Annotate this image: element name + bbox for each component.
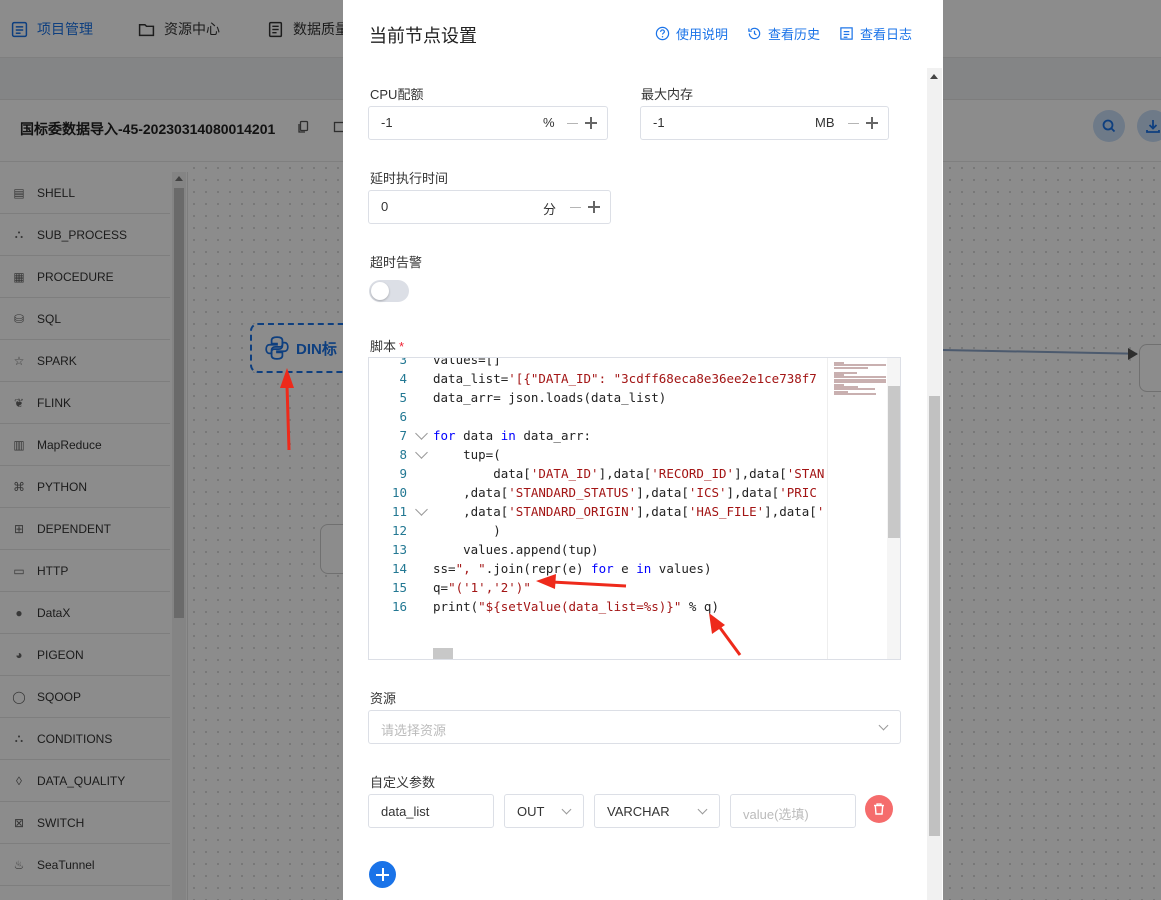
- fold-chevron-icon[interactable]: [415, 503, 428, 516]
- minimap-line: [834, 393, 876, 396]
- code-line: ): [433, 523, 501, 538]
- code-line: values=[]: [433, 358, 501, 367]
- code-line: q="('1','2')": [433, 580, 531, 595]
- line-number: 16: [391, 599, 407, 614]
- delay-unit: 分: [543, 202, 557, 217]
- drawer-title: 当前节点设置: [369, 26, 477, 46]
- param-value-placeholder: value(选填): [743, 807, 809, 822]
- minus-icon[interactable]: [848, 123, 859, 124]
- chevron-down-icon: [561, 804, 572, 815]
- editor-minimap[interactable]: [827, 358, 887, 659]
- max-memory-input[interactable]: -1 MB: [640, 106, 889, 140]
- timeout-label: 超时告警: [370, 255, 423, 270]
- cpu-value: -1: [381, 115, 393, 130]
- minus-icon[interactable]: [567, 123, 578, 124]
- line-number: 10: [391, 485, 407, 500]
- node-settings-drawer: 当前节点设置 使用说明 查看历史 查看日志 CPU配额 -1 % 最大内存 -1…: [343, 0, 943, 900]
- memory-label: 最大内存: [641, 87, 694, 102]
- code-line: data['DATA_ID'],data['RECORD_ID'],data['…: [433, 466, 825, 481]
- line-number: 6: [399, 409, 407, 424]
- chevron-down-icon: [697, 804, 708, 815]
- line-number: 12: [391, 523, 407, 538]
- param-direct-value: OUT: [517, 804, 545, 819]
- code-line: values.append(tup): [433, 542, 599, 557]
- fold-chevron-icon[interactable]: [415, 427, 428, 440]
- editor-gutter: 3 4 5 6 7 8 9 10 11 12 13 14 15 16: [369, 358, 431, 659]
- delay-value: 0: [381, 199, 389, 214]
- line-number: 8: [399, 447, 407, 462]
- code-line: data_list='[{"DATA_ID": "3cdff68eca8e36e…: [433, 371, 817, 386]
- add-param-button[interactable]: [369, 861, 396, 888]
- cpu-label: CPU配额: [370, 87, 424, 102]
- custom-params-label: 自定义参数: [370, 775, 436, 790]
- param-prop-value: data_list: [381, 804, 430, 819]
- timeout-alarm-switch[interactable]: [369, 280, 409, 302]
- plus-icon[interactable]: [585, 117, 597, 129]
- line-number: 7: [399, 428, 407, 443]
- line-number: 11: [391, 504, 407, 519]
- param-type-select[interactable]: VARCHAR: [594, 794, 720, 828]
- log-icon: [840, 27, 853, 40]
- editor-code-area[interactable]: values=[] data_list='[{"DATA_ID": "3cdff6…: [433, 358, 826, 659]
- trash-icon: [874, 803, 884, 815]
- chevron-down-icon: [878, 720, 889, 731]
- line-number: 15: [391, 580, 407, 595]
- resource-placeholder: 请选择资源: [381, 723, 447, 738]
- delete-param-button[interactable]: [865, 795, 893, 823]
- resource-label: 资源: [370, 691, 397, 706]
- cpu-quota-input[interactable]: -1 %: [368, 106, 608, 140]
- param-direct-select[interactable]: OUT: [504, 794, 584, 828]
- minus-icon[interactable]: [570, 207, 581, 208]
- log-link-label: 查看日志: [860, 27, 913, 42]
- fold-chevron-icon[interactable]: [415, 446, 428, 459]
- script-label-text: 脚本: [370, 339, 397, 354]
- delay-time-input[interactable]: 0 分: [368, 190, 611, 224]
- log-link[interactable]: 查看日志: [839, 24, 912, 43]
- script-editor[interactable]: 3 4 5 6 7 8 9 10 11 12 13 14 15 16 values=[] data_list…: [368, 357, 901, 660]
- plus-icon[interactable]: [588, 201, 600, 213]
- editor-scrollbar[interactable]: [887, 358, 900, 659]
- cpu-unit: %: [543, 115, 555, 130]
- line-number: 5: [399, 390, 407, 405]
- required-mark: *: [399, 339, 405, 354]
- history-icon: [748, 27, 761, 40]
- drawer-scrollbar[interactable]: [927, 68, 942, 900]
- line-number: 13: [391, 542, 407, 557]
- code-line: print("${setValue(data_list=%s)}" % q): [433, 599, 719, 614]
- question-icon: [655, 26, 670, 41]
- minimap-line: [834, 366, 869, 369]
- line-number: 3: [399, 357, 407, 367]
- param-type-value: VARCHAR: [607, 804, 670, 819]
- script-label: 脚本 *: [370, 336, 404, 355]
- code-line: tup=(: [433, 447, 501, 462]
- code-line: for data in data_arr:: [433, 428, 592, 443]
- help-link-label: 使用说明: [676, 27, 729, 42]
- resource-select[interactable]: 请选择资源: [368, 710, 901, 744]
- memory-value: -1: [653, 115, 665, 130]
- line-number: 14: [391, 561, 407, 576]
- code-line: ss=", ".join(repr(e) for e in values): [433, 561, 712, 576]
- editor-horizontal-scrollbar[interactable]: [433, 648, 453, 659]
- param-value-input[interactable]: value(选填): [730, 794, 856, 828]
- help-link[interactable]: 使用说明: [655, 24, 728, 43]
- delay-label: 延时执行时间: [370, 171, 449, 186]
- code-line: ,data['STANDARD_ORIGIN'],data['HAS_FILE'…: [433, 504, 825, 519]
- code-line: data_arr= json.loads(data_list): [433, 390, 667, 405]
- plus-icon[interactable]: [866, 117, 878, 129]
- code-line: ,data['STANDARD_STATUS'],data['ICS'],dat…: [433, 485, 817, 500]
- memory-unit: MB: [815, 115, 835, 130]
- line-number: 9: [399, 466, 407, 481]
- history-link-label: 查看历史: [768, 27, 821, 42]
- line-number: 4: [399, 371, 407, 386]
- param-prop-input[interactable]: data_list: [368, 794, 494, 828]
- history-link[interactable]: 查看历史: [747, 24, 820, 43]
